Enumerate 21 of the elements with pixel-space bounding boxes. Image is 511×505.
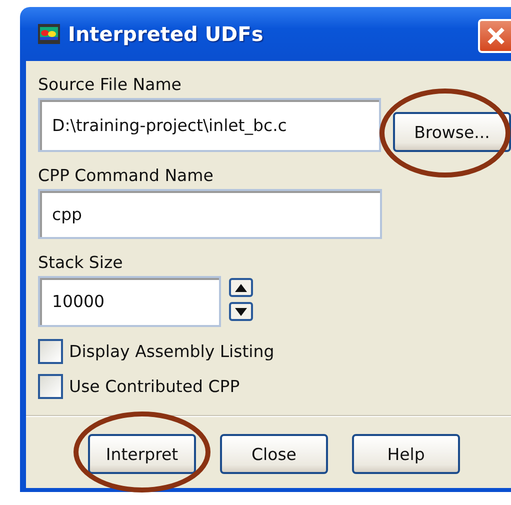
- cpp-command-field[interactable]: cpp: [38, 189, 382, 239]
- field-label: CPP Command Name: [38, 166, 214, 185]
- checkbox-label: Use Contributed CPP: [69, 377, 240, 396]
- checkbox[interactable]: [38, 374, 63, 399]
- decrement-button[interactable]: [229, 302, 253, 321]
- dialog-button[interactable]: Close: [220, 434, 328, 474]
- close-icon[interactable]: [478, 19, 511, 53]
- increment-button[interactable]: [229, 278, 253, 297]
- field-label: Source File Name: [38, 75, 182, 94]
- app-icon: [38, 24, 60, 44]
- source-file-field[interactable]: D:\training-project\inlet_bc.c: [38, 98, 381, 152]
- field-label: Stack Size: [38, 253, 124, 272]
- up-arrow-icon: [235, 284, 247, 292]
- checkbox-label: Display Assembly Listing: [69, 342, 274, 361]
- dialog-button[interactable]: Interpret: [88, 434, 196, 474]
- stack-size-field[interactable]: 10000: [38, 276, 221, 327]
- checkbox[interactable]: [38, 339, 63, 364]
- window-title: Interpreted UDFs: [68, 22, 264, 46]
- down-arrow-icon: [235, 308, 247, 316]
- dialog-button[interactable]: Help: [352, 434, 460, 474]
- browse-button[interactable]: Browse...: [393, 112, 511, 152]
